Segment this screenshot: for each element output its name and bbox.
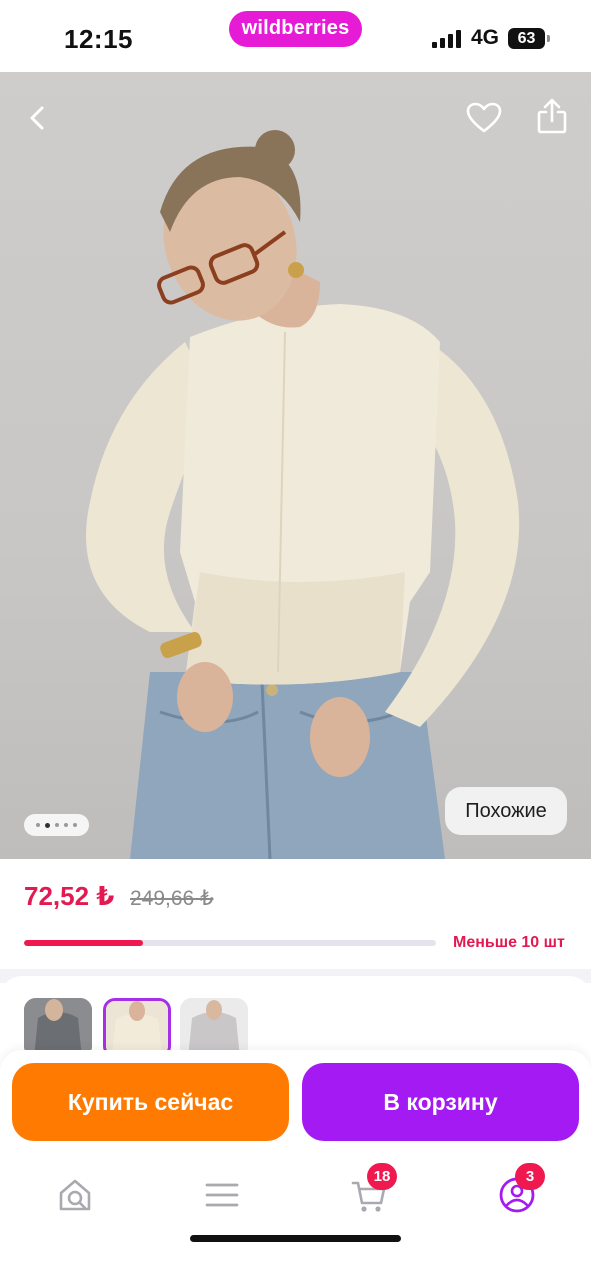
status-time: 12:15 — [64, 24, 133, 54]
battery-icon: 63 — [508, 28, 550, 49]
add-to-cart-button[interactable]: В корзину — [302, 1063, 579, 1141]
share-button[interactable] — [530, 94, 574, 138]
nav-cart[interactable]: 18 — [345, 1163, 397, 1219]
variant-thumb-cream[interactable] — [103, 998, 171, 1058]
gallery-dot — [64, 823, 68, 827]
variant-light-grey-image — [180, 998, 248, 1058]
bottom-navigation: 18 3 — [0, 1155, 591, 1280]
stock-progress-fill — [24, 940, 144, 946]
gallery-dot — [73, 823, 77, 827]
network-type: 4G — [471, 26, 500, 49]
variant-cream-image — [106, 1001, 168, 1055]
stock-label: Меньше 10 шт — [453, 934, 565, 951]
signal-icon — [432, 30, 463, 48]
stock-progress-bar — [24, 940, 436, 946]
favorite-button[interactable] — [462, 96, 506, 140]
buy-now-button[interactable]: Купить сейчас — [12, 1063, 289, 1141]
variant-thumb-grey[interactable] — [24, 998, 92, 1058]
status-bar: 12:15 wildberries 4G 63 — [0, 0, 591, 72]
variant-thumb-light-grey[interactable] — [180, 998, 248, 1058]
heart-icon — [466, 102, 502, 133]
back-button[interactable] — [16, 96, 60, 140]
gallery-dot — [36, 823, 40, 827]
gallery-dot — [55, 823, 59, 827]
product-page: 12:15 wildberries 4G 63 Похожие 72,52 ₺ … — [0, 0, 591, 1280]
home-indicator — [190, 1235, 401, 1242]
home-search-icon — [59, 1179, 91, 1211]
price-card: 72,52 ₺ 249,66 ₺ Меньше 10 шт — [0, 859, 591, 969]
nav-catalog[interactable] — [198, 1171, 246, 1219]
action-bar: Купить сейчас В корзину — [0, 1050, 591, 1155]
brand-logo: wildberries — [229, 11, 362, 47]
share-icon — [537, 98, 567, 134]
product-image[interactable]: Похожие — [0, 72, 591, 859]
nav-home[interactable] — [51, 1171, 99, 1219]
similar-button[interactable]: Похожие — [445, 787, 567, 835]
gallery-dot-active — [45, 822, 50, 828]
current-price: 72,52 ₺ — [24, 881, 115, 911]
menu-icon — [205, 1183, 239, 1207]
variant-grey-image — [24, 998, 92, 1058]
chevron-left-icon — [30, 106, 44, 130]
gallery-pagination — [24, 814, 89, 836]
product-photo — [86, 130, 520, 859]
old-price: 249,66 ₺ — [130, 887, 214, 910]
profile-notification-badge: 3 — [515, 1163, 545, 1190]
nav-profile[interactable]: 3 — [493, 1163, 545, 1219]
cart-count-badge: 18 — [367, 1163, 397, 1190]
